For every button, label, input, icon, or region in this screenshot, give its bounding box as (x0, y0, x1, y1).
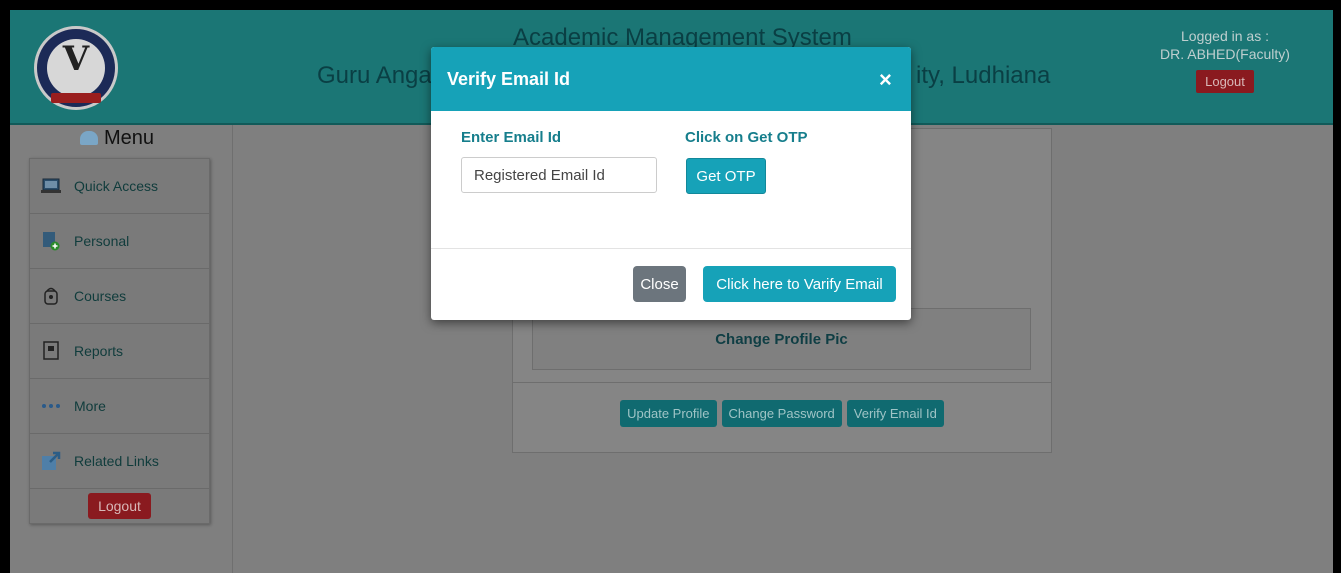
logged-in-label: Logged in as : (1181, 28, 1269, 44)
user-name: DR. ABHED(Faculty) (1160, 46, 1290, 62)
sidebar-item-label: Reports (74, 343, 124, 359)
sidebar-item-reports[interactable]: Reports (30, 324, 209, 379)
modal-header: Verify Email Id × (431, 47, 911, 111)
menu-title: Menu (80, 127, 154, 150)
otp-label: Click on Get OTP (685, 129, 808, 146)
change-profile-pic-label: Change Profile Pic (715, 331, 848, 348)
user-info: Logged in as : DR. ABHED(Faculty) Logout (1140, 28, 1310, 93)
university-name-right: ity, Ludhiana (916, 62, 1051, 89)
email-label: Enter Email Id (461, 129, 562, 146)
sidebar-item-personal[interactable]: Personal (30, 214, 209, 269)
report-icon (40, 341, 62, 361)
email-input[interactable] (461, 157, 657, 193)
external-link-icon (40, 451, 62, 471)
update-profile-button[interactable]: Update Profile (620, 400, 717, 427)
document-add-icon (40, 231, 62, 251)
panel-divider (513, 382, 1051, 383)
laptop-icon (40, 176, 62, 196)
menu-list: Quick Access Personal Courses Reports Mo… (29, 158, 210, 524)
sidebar-item-courses[interactable]: Courses (30, 269, 209, 324)
sidebar-logout-row: Logout (30, 489, 209, 523)
sidebar-item-label: Personal (74, 233, 130, 249)
sidebar-item-related-links[interactable]: Related Links (30, 434, 209, 489)
sidebar-item-label: Related Links (74, 453, 159, 469)
book-bag-icon (40, 286, 62, 306)
sidebar-item-label: Quick Access (74, 178, 159, 194)
get-otp-button[interactable]: Get OTP (686, 158, 766, 194)
home-icon (80, 131, 98, 145)
sidebar-item-more[interactable]: More (30, 379, 209, 434)
verify-email-id-button[interactable]: Verify Email Id (846, 400, 944, 427)
modal-footer-divider (431, 248, 911, 249)
close-button[interactable]: Close (633, 266, 686, 302)
verify-email-modal: Verify Email Id × Enter Email Id Click o… (431, 47, 911, 320)
verify-email-button[interactable]: Click here to Varify Email (703, 266, 896, 302)
modal-title: Verify Email Id (447, 69, 571, 89)
sidebar-item-label: More (74, 398, 106, 414)
change-password-button[interactable]: Change Password (721, 400, 842, 427)
sidebar: Menu Quick Access Personal Courses Repor… (10, 125, 233, 573)
profile-action-buttons: Update Profile Change Password Verify Em… (513, 400, 1051, 427)
header-logout-button[interactable]: Logout (1196, 70, 1254, 93)
university-name-left: Guru Angad (317, 62, 446, 89)
sidebar-item-label: Courses (74, 288, 127, 304)
close-icon[interactable]: × (879, 67, 892, 93)
sidebar-logout-button[interactable]: Logout (88, 493, 151, 519)
menu-title-text: Menu (104, 127, 155, 149)
sidebar-item-quick-access[interactable]: Quick Access (30, 159, 209, 214)
app-window: V Academic Management System Guru Angad … (10, 10, 1333, 573)
ellipsis-icon (40, 396, 62, 416)
university-logo: V (34, 26, 118, 110)
